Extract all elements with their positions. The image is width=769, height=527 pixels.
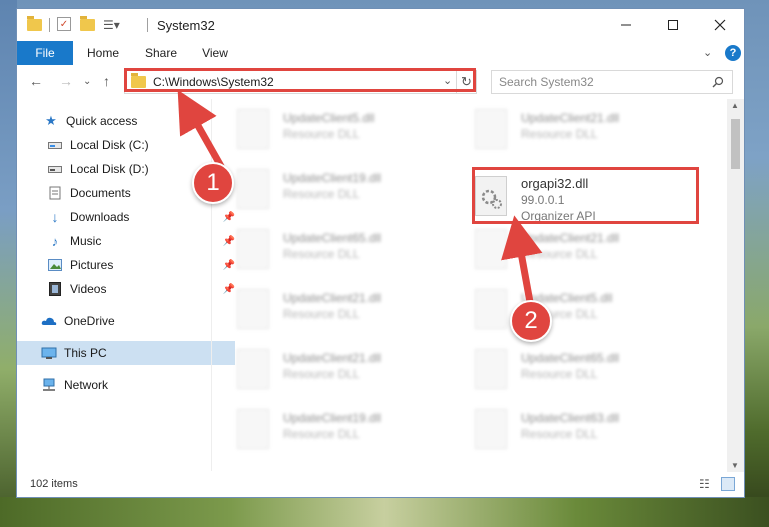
step-2-marker: 2 [510, 300, 552, 342]
annotation-arrows [177, 89, 543, 306]
step-1-marker: 1 [192, 162, 234, 204]
